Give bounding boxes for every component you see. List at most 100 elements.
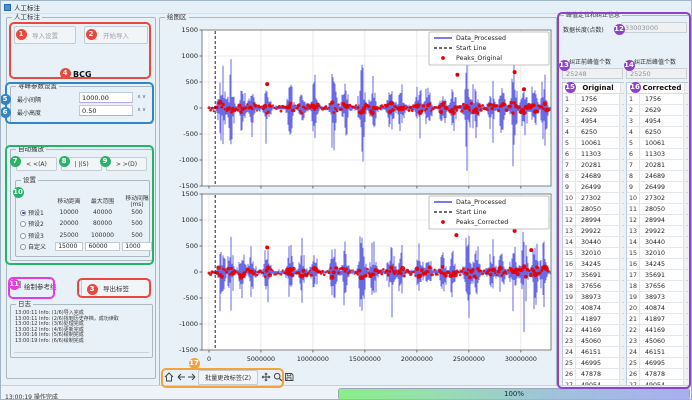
min-height-spinner[interactable]: ∧∨ (137, 107, 147, 113)
table-row[interactable]: 2446151 (627, 347, 687, 358)
autoplay-next-button[interactable]: > >(D) (106, 157, 147, 171)
peak-params-group: 寻峰参数设置 最小间隔 1000.00 ∧∨ 最小高度 0.50 ∧∨ (10, 86, 153, 124)
table-row[interactable]: 22629 (627, 105, 687, 116)
log-output[interactable]: 13:00:11 Info: (1/6)导入完成13:00:11 Info: (… (15, 311, 148, 345)
table-row[interactable]: 2141897 (627, 314, 687, 325)
forward-icon[interactable] (187, 371, 197, 383)
preset-radio[interactable]: 自定义 (20, 242, 54, 251)
table-row[interactable]: 1532010 (627, 248, 687, 259)
min-height-input[interactable]: 0.50 (79, 105, 133, 116)
table-row[interactable]: 2546995 (627, 358, 687, 369)
preset-custom-input[interactable]: 60000 (84, 242, 121, 251)
table-row[interactable]: 1634245 (563, 259, 623, 270)
peaks-before-label: 纠正前峰值个数 (569, 57, 611, 66)
table-row[interactable]: 2446151 (563, 347, 623, 358)
table-row[interactable]: 2345060 (563, 336, 623, 347)
table-row[interactable]: 1329922 (563, 226, 623, 237)
log-entry: 13:00:19 Info: (6/6)绘制完成 (15, 339, 148, 345)
table-row[interactable]: 1329922 (627, 226, 687, 237)
table-row[interactable]: 926499 (627, 182, 687, 193)
table-row[interactable]: 2040874 (627, 303, 687, 314)
autoplay-settings-group-title: 设置 (21, 177, 38, 184)
home-icon[interactable] (164, 371, 174, 383)
table-row[interactable]: 1228994 (563, 215, 623, 226)
svg-text:Start Line: Start Line (456, 45, 487, 52)
table-row[interactable]: 720281 (627, 160, 687, 171)
preset-radio[interactable]: 预设3 (20, 231, 54, 240)
min-interval-input[interactable]: 1000.00 (79, 92, 133, 103)
table-row[interactable]: 2345060 (627, 336, 687, 347)
preset-value: 500 (121, 232, 153, 239)
table-row[interactable]: 34954 (563, 116, 623, 127)
table-scrollbar[interactable] (684, 83, 688, 93)
pan-icon[interactable] (261, 371, 271, 383)
table-row[interactable]: 611303 (627, 149, 687, 160)
table-row[interactable]: 2647878 (627, 369, 687, 380)
original-peaks-table[interactable]: Original11756226293495446250510061611303… (562, 82, 624, 392)
svg-text:5000000: 5000000 (247, 356, 275, 363)
table-row[interactable]: 2244169 (563, 325, 623, 336)
table-row[interactable]: 720281 (563, 160, 623, 171)
back-icon[interactable] (176, 371, 186, 383)
table-row[interactable]: 2244169 (627, 325, 687, 336)
table-row[interactable]: 1228994 (627, 215, 687, 226)
zoom-icon[interactable] (273, 371, 283, 383)
table-row[interactable]: 1430440 (627, 237, 687, 248)
table-row[interactable]: 1128050 (627, 204, 687, 215)
table-row[interactable]: 2141897 (563, 314, 623, 325)
table-row[interactable]: 1027302 (627, 193, 687, 204)
preset-radio[interactable]: 预设2 (20, 219, 54, 228)
autoplay-prev-button[interactable]: < <(A) (16, 157, 57, 171)
window-title: 人工标注 (14, 2, 40, 12)
peak-params-group-title: 寻峰参数设置 (16, 83, 59, 90)
table-row[interactable]: 2647878 (563, 369, 623, 380)
save-icon[interactable] (284, 371, 294, 383)
signal-charts[interactable]: 150010005000-500-1000-1500Data_Processed… (161, 20, 555, 370)
annotation-marker-1: 1 (16, 29, 27, 40)
svg-text:0: 0 (194, 268, 198, 276)
table-row[interactable]: 11756 (563, 94, 623, 105)
table-row[interactable]: 1532010 (563, 248, 623, 259)
table-row[interactable]: 11756 (627, 94, 687, 105)
batch-edit-labels-button[interactable]: 批量更改标签(Z) (198, 370, 258, 385)
svg-text:1500: 1500 (181, 190, 198, 198)
table-row[interactable]: 824689 (627, 171, 687, 182)
table-row[interactable]: 46250 (627, 127, 687, 138)
table-row[interactable]: 1128050 (563, 204, 623, 215)
table-row[interactable]: 1634245 (627, 259, 687, 270)
table-row[interactable]: 510061 (627, 138, 687, 149)
signal-type-label: BCG (73, 70, 92, 79)
min-interval-spinner[interactable]: ∧∨ (137, 94, 147, 100)
table-scrollbar[interactable] (620, 83, 624, 93)
preset-value: 10000 (54, 209, 84, 216)
table-row[interactable]: 22629 (563, 105, 623, 116)
table-row[interactable]: 1735691 (627, 270, 687, 281)
table-row[interactable]: 1735691 (563, 270, 623, 281)
table-row[interactable]: 1837656 (627, 281, 687, 292)
table-row[interactable]: 2040874 (563, 303, 623, 314)
table-row[interactable]: 1837656 (563, 281, 623, 292)
preset-custom-input[interactable]: 15000 (54, 242, 84, 251)
table-row[interactable]: 824689 (563, 171, 623, 182)
log-scrollbar[interactable] (14, 352, 149, 353)
annotation-marker-6: 6 (0, 107, 11, 118)
peaks-after-field: 25250 (626, 68, 687, 79)
table-row[interactable]: 926499 (563, 182, 623, 193)
log-group-title: 日志 (16, 301, 33, 308)
table-row[interactable]: 1430440 (563, 237, 623, 248)
annotation-marker-3: 3 (87, 284, 98, 295)
table-row[interactable]: 34954 (627, 116, 687, 127)
preset-custom-input[interactable]: 1000 (121, 242, 153, 251)
table-row[interactable]: 611303 (563, 149, 623, 160)
table-row[interactable]: 510061 (563, 138, 623, 149)
table-row[interactable]: 1027302 (563, 193, 623, 204)
preset-radio[interactable]: 预设1 (20, 208, 54, 217)
table-row[interactable]: 1938973 (627, 292, 687, 303)
corrected-peaks-table[interactable]: Corrected1175622629349544625051006161130… (626, 82, 688, 392)
table-row[interactable]: 1938973 (563, 292, 623, 303)
progress-bar: 100% (338, 388, 690, 400)
table-row[interactable]: 46250 (563, 127, 623, 138)
table-row[interactable]: 2546995 (563, 358, 623, 369)
svg-text:500: 500 (186, 242, 198, 250)
app-window: 人工标注 人工标注 导入设置 开始导入 BCG 寻峰参数设置 最小间隔 1000… (0, 0, 692, 400)
